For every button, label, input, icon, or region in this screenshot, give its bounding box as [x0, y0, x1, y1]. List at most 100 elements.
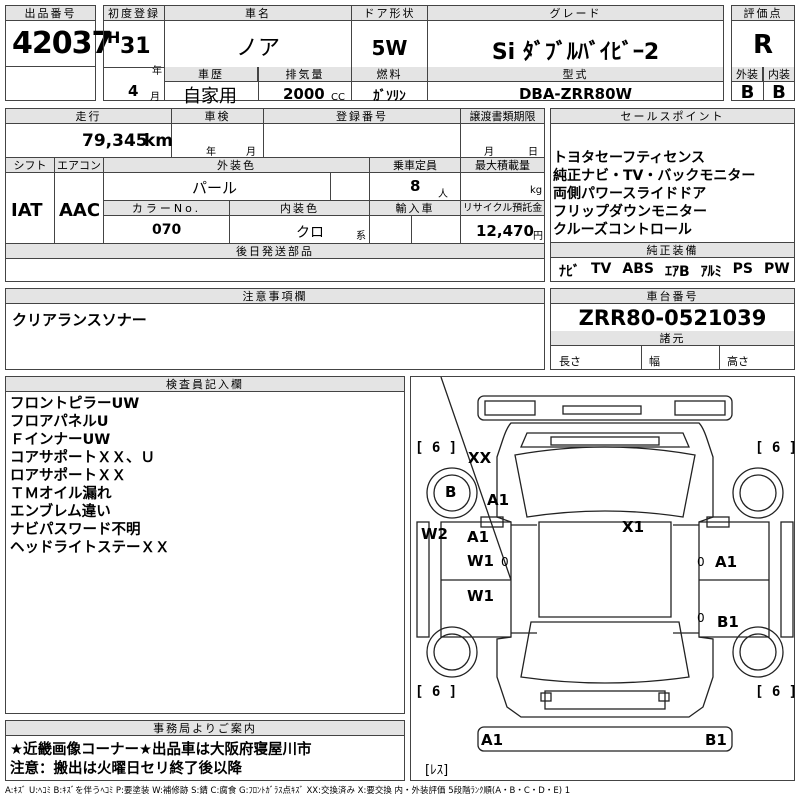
shift-label: シフト	[6, 158, 54, 173]
km-unit: km	[144, 131, 174, 151]
score-value: R	[752, 30, 774, 60]
inspector-line: ロアサポートＸＸ	[10, 468, 126, 484]
equip-item: ｱﾙﾐ	[700, 264, 722, 280]
color-value: パール	[192, 179, 238, 197]
notes-box: 注意事項欄 クリアランスソナー	[5, 288, 545, 370]
wid-label: 幅	[649, 355, 660, 368]
mark-zero-r1: 0	[697, 555, 705, 569]
cc-unit: CC	[331, 92, 345, 103]
ext-label: 外装	[732, 67, 763, 82]
grade-value: Si ﾀﾞﾌﾞﾙﾊﾞｲﾋﾞｰ2	[491, 40, 660, 65]
mark-zero-r2: 0	[697, 611, 705, 625]
equip-item: ｴｱB	[664, 264, 690, 280]
inspector-line: フロントピラーUW	[10, 396, 140, 412]
ac-value: AAC	[59, 200, 101, 221]
later-label: 後日発送部品	[6, 244, 544, 259]
insp-year-unit: 年	[206, 147, 216, 158]
sales-item: 両側パワースライドドア	[553, 186, 707, 202]
history-value: 自家用	[183, 86, 237, 107]
transfer-label: 譲渡書類期限	[461, 109, 544, 124]
inspector-box: 検査員記入欄 フロントピラーUW フロアパネルU ＦインナーUW コアサポートＸ…	[5, 376, 405, 714]
chassis-label: 車台番号	[551, 289, 794, 304]
equip-item: TV	[591, 261, 612, 277]
recycle-value: 12,470	[476, 222, 534, 240]
mark-x1: X1	[622, 518, 645, 536]
equip-item: PW	[764, 261, 790, 277]
lot-label: 出品番号	[6, 6, 95, 21]
model-label: 型式	[428, 67, 723, 82]
tire-fl-label: [ 6 ]	[415, 440, 458, 456]
mileage-value: 79,345	[82, 131, 148, 151]
mark-b: B	[445, 483, 457, 501]
disp-label: 排気量	[259, 67, 351, 82]
displacement: 2000	[283, 85, 325, 103]
insp-month-unit: 月	[246, 147, 256, 158]
colorno-value: 070	[152, 222, 182, 238]
month-unit: 月	[150, 92, 160, 103]
door-value: 5W	[371, 36, 408, 60]
grade-box: グレード Si ﾀﾞﾌﾞﾙﾊﾞｲﾋﾞｰ2 型式 DBA-ZRR80W	[427, 5, 724, 103]
inspector-line: コアサポートＸＸ、Ｕ	[10, 450, 155, 466]
kg-unit: kg	[530, 185, 543, 196]
equip-label: 純正装備	[551, 243, 794, 258]
yen-unit: 円	[533, 231, 543, 242]
ext-score: B	[740, 82, 755, 103]
int-label: 内装	[764, 67, 794, 82]
mark-a1-rear: A1	[481, 731, 504, 749]
tire-fl-value: 6	[431, 440, 441, 456]
legend: A:ｷｽﾞ U:ﾍｺﾐ B:ｷｽﾞを伴うﾍｺﾐ P:要塗装 W:補修跡 S:錆 …	[5, 786, 571, 796]
office-label: 事務局よりご案内	[6, 721, 404, 736]
mark-less: [ﾚｽ]	[425, 763, 449, 778]
reg-year: 31	[120, 34, 151, 59]
lot-box: 出品番号 42037	[5, 5, 112, 101]
inspector-line: ナビパスワード不明	[10, 522, 141, 538]
hei-label: 高さ	[727, 355, 749, 368]
tire-rl-value: 6	[431, 684, 441, 700]
car-outline	[416, 377, 794, 752]
sales-item: 純正ナビ・TV・バックモニター	[553, 168, 756, 184]
history-label: 車歴	[165, 67, 258, 82]
notes-text: クリアランスソナー	[12, 311, 147, 329]
car-diagram: [ 6 ] [ 6 ] [ 6 ] [ 6 ] XX B A1 X1 W2 A1…	[410, 376, 798, 781]
colorno-label: カラーNo.	[104, 201, 229, 216]
tr-month-unit: 月	[484, 147, 494, 158]
equip-item: ABS	[622, 261, 654, 277]
tr-day-unit: 日	[528, 147, 538, 158]
shift-value: IAT	[11, 200, 43, 221]
mark-xx: XX	[468, 449, 492, 467]
inspector-line: エンブレム違い	[10, 504, 111, 520]
intcolor-label: 内装色	[230, 201, 369, 216]
tire-rr-label: [ 6 ]	[755, 684, 798, 700]
inspector-line: フロアパネルU	[10, 414, 109, 430]
recycle-label: リサイクル預託金	[461, 201, 544, 216]
notes-label: 注意事項欄	[6, 289, 544, 304]
sales-item: クルーズコントロール	[553, 222, 692, 238]
mileage-label: 走行	[6, 109, 171, 124]
intcolor-value: クロ	[296, 225, 324, 241]
len-label: 長さ	[559, 355, 581, 368]
mark-a1-right: A1	[715, 553, 738, 571]
color-label: 外装色	[104, 158, 369, 173]
mark-w1-left2: W1	[467, 587, 494, 605]
office-line2: 注意：搬出は火曜日セリ終了後以降	[10, 761, 242, 777]
equip-list: ﾅﾋﾞ TV ABS ｴｱB ｱﾙﾐ PS PW	[559, 261, 790, 281]
inspection-label: 車検	[172, 109, 263, 124]
tire-fr-label: [ 6 ]	[755, 440, 798, 456]
reg-label: 初度登録	[104, 6, 164, 21]
capacity-label: 乗車定員	[370, 158, 460, 173]
import-label: 輸入車	[370, 201, 460, 216]
door-label: ドア形状	[352, 6, 427, 21]
model-value: DBA-ZRR80W	[518, 85, 633, 103]
regno-label: 登録番号	[264, 109, 460, 124]
detail-box: 走行 車検 登録番号 譲渡書類期限 79,345 km 年 月 月 日 シフト …	[5, 108, 545, 282]
sales-label: セールスポイント	[551, 109, 794, 124]
mark-w1-left: W1	[467, 552, 494, 570]
ac-label: エアコン	[55, 158, 103, 173]
tire-fr-value: 6	[771, 440, 781, 456]
mark-zero-l1: 0	[501, 555, 509, 569]
reg-era: H	[107, 28, 121, 47]
kei-unit: 系	[356, 231, 366, 242]
mark-b1-right: B1	[717, 613, 739, 631]
sales-item: トヨタセーフティセンス	[553, 150, 706, 166]
door-box: ドア形状 5W 燃料 ｶﾞｿﾘﾝ	[351, 5, 428, 104]
